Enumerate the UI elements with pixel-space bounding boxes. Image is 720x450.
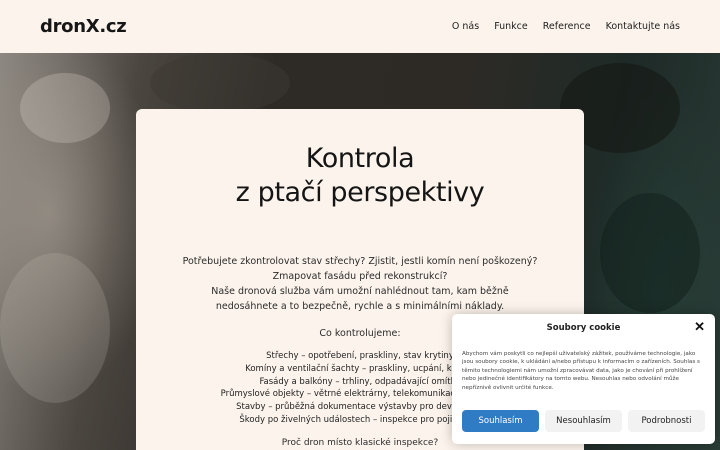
- intro-line: nedosáhnete a to bezpečně, rychle a s mi…: [215, 301, 505, 312]
- site-logo[interactable]: dronX.cz: [40, 16, 127, 37]
- cookie-buttons: Souhlasím Nesouhlasím Podrobnosti: [462, 410, 705, 432]
- accept-cookies-button[interactable]: Souhlasím: [462, 410, 539, 432]
- nav-link-o-nas[interactable]: O nás: [452, 21, 479, 32]
- hero-title: Kontrola z ptačí perspektivy: [136, 142, 584, 210]
- intro-line: Zmapovat fasádu před rekonstrukcí?: [272, 271, 448, 282]
- hero-intro: Potřebujete zkontrolovat stav střechy? Z…: [136, 254, 584, 314]
- site-header: dronX.cz O nás Funkce Reference Kontaktu…: [0, 0, 720, 53]
- nav-link-reference[interactable]: Reference: [543, 21, 591, 32]
- intro-line: Naše dronová služba vám umožní nahlédnou…: [211, 286, 509, 297]
- cookie-preferences-button[interactable]: Podrobnosti: [628, 410, 705, 432]
- cookie-title: Soubory cookie: [546, 323, 621, 333]
- cookie-banner: Soubory cookie ✕ Abychom vám poskytli co…: [452, 314, 715, 444]
- cookie-text: Abychom vám poskytli co nejlepší uživate…: [462, 351, 700, 391]
- close-icon[interactable]: ✕: [694, 320, 705, 333]
- hero-title-line-1: Kontrola: [305, 143, 415, 174]
- main-nav: O nás Funkce Reference Kontaktujte nás: [437, 21, 680, 32]
- intro-line: Potřebujete zkontrolovat stav střechy? Z…: [182, 256, 538, 267]
- nav-link-funkce[interactable]: Funkce: [494, 21, 528, 32]
- nav-link-kontakt[interactable]: Kontaktujte nás: [606, 21, 680, 32]
- hero-title-line-2: z ptačí perspektivy: [235, 177, 485, 208]
- deny-cookies-button[interactable]: Nesouhlasím: [545, 410, 622, 432]
